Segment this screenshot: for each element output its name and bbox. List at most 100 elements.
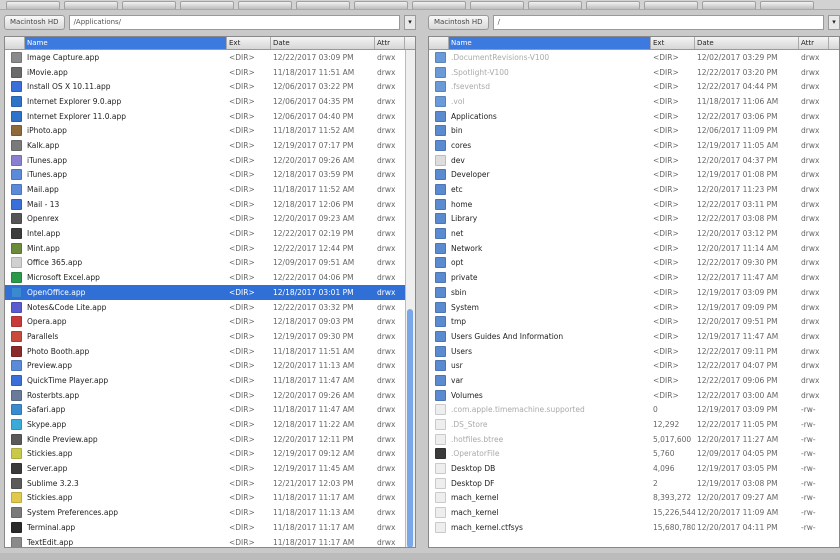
file-row[interactable]: Server.app <DIR> 12/19/2017 11:45 AM drwx [5,461,415,476]
file-row[interactable]: Office 365.app <DIR> 12/09/2017 09:51 AM dr… [5,256,415,271]
file-row[interactable]: iPhoto.app <DIR> 11/18/2017 11:52 AM drwx [5,123,415,138]
file-row[interactable]: Volumes <DIR> 12/22/2017 03:00 AM drwx [429,388,839,403]
file-row[interactable]: bin <DIR> 12/06/2017 11:09 PM drwx [429,123,839,138]
file-row[interactable]: Sublime 3.2.3 <DIR> 12/21/2017 12:03 PM drw… [5,476,415,491]
file-row[interactable]: cores <DIR> 12/19/2017 11:05 AM drwx [429,138,839,153]
date-column-header[interactable]: Date [695,37,799,49]
attr-column-header[interactable]: Attr [799,37,829,49]
file-row[interactable]: opt <DIR> 12/22/2017 09:30 PM drwx [429,256,839,271]
file-row[interactable]: .vol <DIR> 11/18/2017 11:06 AM drwx [429,94,839,109]
file-row[interactable]: Safari.app <DIR> 11/18/2017 11:47 AM drwx [5,403,415,418]
file-row[interactable]: .hotfiles.btree 5,017,600 12/20/2017 11:27… [429,432,839,447]
file-row[interactable]: Notes&Code Lite.app <DIR> 12/22/2017 03:32… [5,300,415,315]
file-row[interactable]: Stickies.app <DIR> 12/19/2017 09:12 AM drwx [5,447,415,462]
file-row[interactable]: Terminal.app <DIR> 11/18/2017 11:17 AM drwx [5,520,415,535]
toolbar-button[interactable] [122,1,176,9]
file-row[interactable]: Library <DIR> 12/22/2017 03:08 PM drwx [429,212,839,227]
date-column-header[interactable]: Date [271,37,375,49]
file-row[interactable]: iMovie.app <DIR> 11/18/2017 11:51 AM drwx [5,65,415,80]
right-go-button[interactable]: ▾ [828,14,840,30]
toolbar-button[interactable] [702,1,756,9]
toolbar-button[interactable] [296,1,350,9]
file-row[interactable]: private <DIR> 12/22/2017 11:47 AM drwx [429,270,839,285]
file-row[interactable]: etc <DIR> 12/20/2017 11:23 PM drwx [429,182,839,197]
file-row[interactable]: mach_kernel.ctfsys 15,680,780 12/20/2017 0… [429,520,839,535]
file-row[interactable]: Desktop DF 2 12/19/2017 03:08 PM -rw- [429,476,839,491]
file-row[interactable]: mach_kernel 15,226,544 12/20/2017 11:09 AM… [429,505,839,520]
file-row[interactable]: TextEdit.app <DIR> 11/18/2017 11:17 AM drwx [5,535,415,547]
toolbar-button[interactable] [412,1,466,9]
toolbar-button[interactable] [6,1,60,9]
file-row[interactable]: Photo Booth.app <DIR> 11/18/2017 11:51 AM d… [5,344,415,359]
file-row[interactable]: .Spotlight-V100 <DIR> 12/22/2017 03:20 PM d… [429,65,839,80]
file-row[interactable]: Mail.app <DIR> 11/18/2017 11:52 AM drwx [5,182,415,197]
file-row[interactable]: Skype.app <DIR> 12/18/2017 11:22 AM drwx [5,417,415,432]
file-row[interactable]: Applications <DIR> 12/22/2017 03:06 PM drwx [429,109,839,124]
left-drive-button[interactable]: Macintosh HD [4,14,65,30]
right-file-list[interactable]: Name Ext Date Attr .DocumentRevisions-V1… [428,36,840,548]
file-row[interactable]: .DS_Store 12,292 12/22/2017 11:05 PM -rw- [429,417,839,432]
toolbar-button[interactable] [64,1,118,9]
file-row[interactable]: net <DIR> 12/20/2017 03:12 PM drwx [429,226,839,241]
left-go-button[interactable]: ▾ [404,14,416,30]
file-row[interactable]: usr <DIR> 12/22/2017 04:07 PM drwx [429,358,839,373]
file-row[interactable]: System <DIR> 12/19/2017 09:09 PM drwx [429,300,839,315]
file-row[interactable]: .fseventsd <DIR> 12/22/2017 04:44 PM drwx [429,79,839,94]
file-row[interactable]: Network <DIR> 12/20/2017 11:14 AM drwx [429,241,839,256]
file-row[interactable]: Intel.app <DIR> 12/22/2017 02:19 PM drwx [5,226,415,241]
file-row[interactable]: Mail - 13 <DIR> 12/18/2017 12:06 PM drwx [5,197,415,212]
file-row[interactable]: home <DIR> 12/22/2017 03:11 PM drwx [429,197,839,212]
name-column-header[interactable]: Name [25,37,227,49]
file-row[interactable]: Users Guides And Information <DIR> 12/19/2… [429,329,839,344]
attr-column-header[interactable]: Attr [375,37,405,49]
file-row[interactable]: Microsoft Excel.app <DIR> 12/22/2017 04:06… [5,270,415,285]
toolbar-button[interactable] [354,1,408,9]
file-row[interactable]: Stickies.app <DIR> 11/18/2017 11:17 AM drwx [5,491,415,506]
file-row[interactable]: Image Capture.app <DIR> 12/22/2017 03:09 P… [5,50,415,65]
file-row[interactable]: Internet Explorer 11.0.app <DIR> 12/06/201… [5,109,415,124]
file-row[interactable]: iTunes.app <DIR> 12/18/2017 03:59 PM drwx [5,168,415,183]
toolbar-button[interactable] [238,1,292,9]
file-row[interactable]: var <DIR> 12/22/2017 09:06 PM drwx [429,373,839,388]
left-scrollbar[interactable] [405,50,415,547]
file-row[interactable]: dev <DIR> 12/20/2017 04:37 PM drwx [429,153,839,168]
file-row[interactable]: QuickTime Player.app <DIR> 11/18/2017 11:4… [5,373,415,388]
file-row[interactable]: Desktop DB 4,096 12/19/2017 03:05 PM -rw- [429,461,839,476]
ext-column-header[interactable]: Ext [227,37,271,49]
file-row[interactable]: .OperatorFile 5,760 12/09/2017 04:05 PM -rw… [429,447,839,462]
file-row[interactable]: Users <DIR> 12/22/2017 09:11 PM drwx [429,344,839,359]
name-column-header[interactable]: Name [449,37,651,49]
left-file-list[interactable]: Name Ext Date Attr Image Capture.app <DIR… [4,36,416,548]
icon-column-header[interactable] [5,37,25,49]
file-row[interactable]: Install OS X 10.11.app <DIR> 12/06/2017 03… [5,79,415,94]
right-path-field[interactable]: / [492,14,824,30]
toolbar-button[interactable] [644,1,698,9]
file-row[interactable]: Parallels <DIR> 12/19/2017 09:30 PM drwx [5,329,415,344]
file-row[interactable]: Kalk.app <DIR> 12/19/2017 07:17 PM drwx [5,138,415,153]
toolbar-button[interactable] [180,1,234,9]
file-row[interactable]: .DocumentRevisions-V100 <DIR> 12/02/2017 0… [429,50,839,65]
file-row[interactable]: Opera.app <DIR> 12/18/2017 09:03 PM drwx [5,314,415,329]
toolbar-button[interactable] [528,1,582,9]
file-row[interactable]: .com.apple.timemachine.supported 0 12/19/2… [429,403,839,418]
file-row[interactable]: mach_kernel 8,393,272 12/20/2017 09:27 AM -… [429,491,839,506]
left-scroll-thumb[interactable] [407,308,413,547]
ext-column-header[interactable]: Ext [651,37,695,49]
file-row[interactable]: Openrex <DIR> 12/20/2017 09:23 AM drwx [5,212,415,227]
file-row[interactable]: Rosterbts.app <DIR> 12/20/2017 09:26 AM drw… [5,388,415,403]
toolbar-button[interactable] [470,1,524,9]
toolbar-button[interactable] [586,1,640,9]
toolbar-button[interactable] [760,1,814,9]
icon-column-header[interactable] [429,37,449,49]
right-drive-button[interactable]: Macintosh HD [428,14,489,30]
file-row[interactable]: Developer <DIR> 12/19/2017 01:08 PM drwx [429,168,839,183]
file-row[interactable]: iTunes.app <DIR> 12/20/2017 09:26 AM drwx [5,153,415,168]
file-row[interactable]: System Preferences.app <DIR> 11/18/2017 11… [5,505,415,520]
file-row[interactable]: Kindle Preview.app <DIR> 12/20/2017 12:11 … [5,432,415,447]
file-row[interactable]: sbin <DIR> 12/19/2017 03:09 PM drwx [429,285,839,300]
file-row[interactable]: Internet Explorer 9.0.app <DIR> 12/06/2017… [5,94,415,109]
left-path-field[interactable]: /Applications/ [68,14,400,30]
file-row[interactable]: OpenOffice.app <DIR> 12/18/2017 03:01 PM dr… [5,285,415,300]
file-row[interactable]: Preview.app <DIR> 12/20/2017 11:13 AM drwx [5,358,415,373]
file-row[interactable]: Mint.app <DIR> 12/22/2017 12:44 PM drwx [5,241,415,256]
